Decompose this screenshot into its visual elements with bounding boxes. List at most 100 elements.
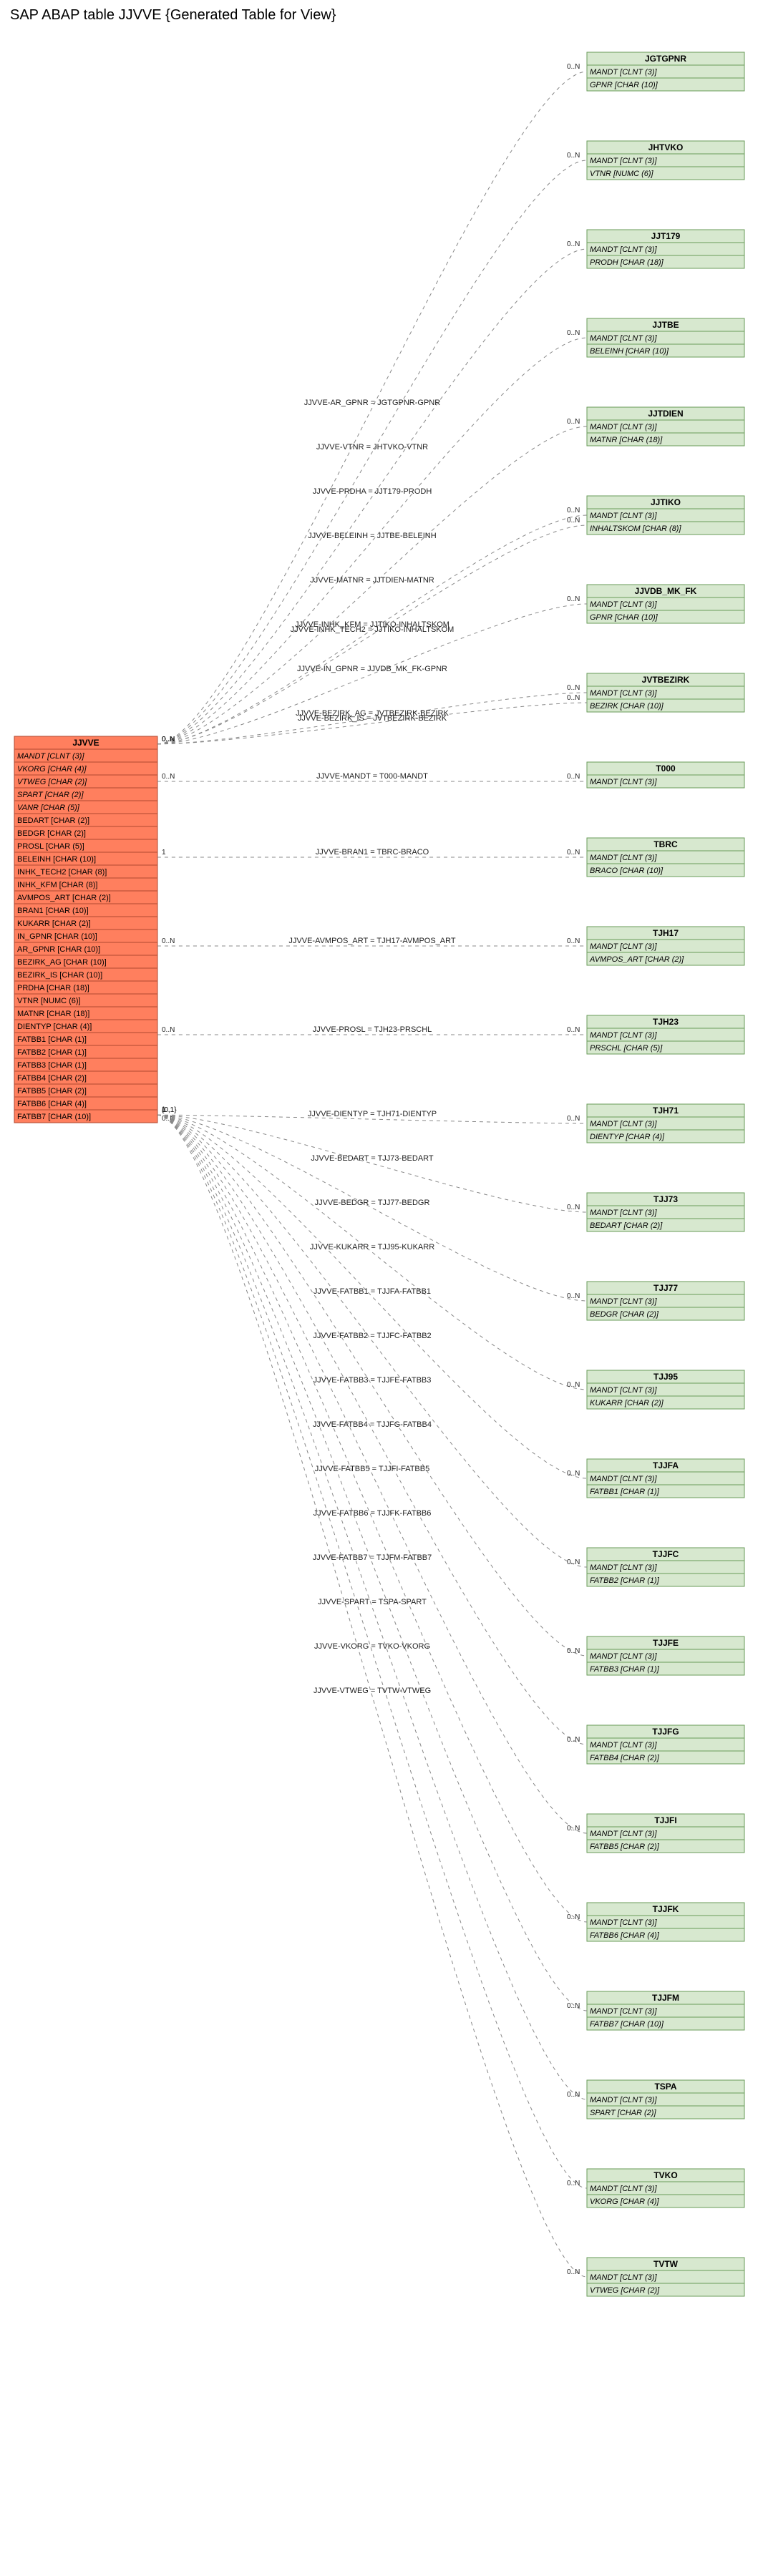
table-field: MANDT [CLNT (3)] xyxy=(590,334,657,343)
cardinality-dst: 0..N xyxy=(567,1115,580,1123)
cardinality-dst: 0..N xyxy=(567,684,580,692)
cardinality-dst: 0..N xyxy=(567,1825,580,1833)
table-TJJFA: TJJFAMANDT [CLNT (3)]FATBB1 [CHAR (1)] xyxy=(587,1459,744,1498)
table-field: VKORG [CHAR (4)] xyxy=(17,765,87,774)
relation-edge xyxy=(157,1115,587,2099)
table-header: JJTBE xyxy=(652,320,679,330)
edge-label: JJVVE-DIENTYP = TJH71-DIENTYP xyxy=(308,1110,437,1118)
table-field: FATBB1 [CHAR (1)] xyxy=(17,1035,87,1044)
cardinality-dst: 0..N xyxy=(567,1470,580,1478)
relation-edge xyxy=(157,1115,587,1301)
edge-label: JJVVE-FATBB4 = TJJFG-FATBB4 xyxy=(313,1420,432,1429)
cardinality-src: 0..N xyxy=(162,773,175,781)
table-field: VTNR [NUMC (6)] xyxy=(17,997,81,1005)
table-field: VKORG [CHAR (4)] xyxy=(590,2197,660,2206)
table-field: FATBB6 [CHAR (4)] xyxy=(590,1931,660,1940)
table-field: MANDT [CLNT (3)] xyxy=(590,1297,657,1306)
table-JHTVKO: JHTVKOMANDT [CLNT (3)]VTNR [NUMC (6)] xyxy=(587,141,744,180)
table-field: INHK_TECH2 [CHAR (8)] xyxy=(17,868,107,877)
table-field: BEDART [CHAR (2)] xyxy=(17,816,89,825)
table-header: TJJFA xyxy=(653,1460,679,1470)
edge-label: JJVVE-BELEINH = JJTBE-BELEINH xyxy=(308,532,436,540)
table-field: BEZIRK [CHAR (10)] xyxy=(590,702,664,711)
relation-edge xyxy=(157,160,587,744)
table-field: MANDT [CLNT (3)] xyxy=(590,1830,657,1838)
relation-edge xyxy=(157,1115,587,1833)
table-field: BEZIRK_AG [CHAR (10)] xyxy=(17,958,107,967)
table-field: MANDT [CLNT (3)] xyxy=(590,1386,657,1395)
table-field: KUKARR [CHAR (2)] xyxy=(17,919,91,928)
table-field: DIENTYP [CHAR (4)] xyxy=(590,1133,665,1141)
table-field: MANDT [CLNT (3)] xyxy=(590,778,657,786)
table-field: BRACO [CHAR (10)] xyxy=(590,867,664,875)
edge-label: JJVVE-VKORG = TVKO-VKORG xyxy=(314,1642,430,1651)
table-JJTBE: JJTBEMANDT [CLNT (3)]BELEINH [CHAR (10)] xyxy=(587,318,744,357)
table-field: MANDT [CLNT (3)] xyxy=(590,68,657,77)
cardinality-src: 0..N xyxy=(162,1026,175,1034)
edge-label: JJVVE-FATBB2 = TJJFC-FATBB2 xyxy=(313,1332,431,1340)
table-field: VTNR [NUMC (6)] xyxy=(590,170,654,178)
table-header: JGTGPNR xyxy=(645,54,686,64)
edge-label: JJVVE-FATBB1 = TJJFA-FATBB1 xyxy=(313,1287,431,1296)
cardinality-src: 1 xyxy=(162,1106,166,1114)
table-field: FATBB5 [CHAR (2)] xyxy=(590,1843,660,1851)
er-diagram: JJVVE MANDT [CLNT (3)] VKORG [CHAR (4)] VTW… xyxy=(0,31,768,2325)
table-header: JJVVE xyxy=(72,738,99,748)
table-field: BEZIRK_IS [CHAR (10)] xyxy=(17,971,102,980)
table-field: MANDT [CLNT (3)] xyxy=(590,1918,657,1927)
table-header: JVTBEZIRK xyxy=(642,675,690,685)
table-header: TJJFE xyxy=(653,1638,679,1648)
table-header: JJTDIEN xyxy=(648,409,683,419)
table-field: BEDGR [CHAR (2)] xyxy=(590,1310,659,1319)
table-header: TVTW xyxy=(653,2259,679,2269)
table-field: MANDT [CLNT (3)] xyxy=(590,1031,657,1040)
edge-label: JJVVE-VTWEG = TVTW-VTWEG xyxy=(313,1687,431,1695)
table-header: TJJ73 xyxy=(653,1194,678,1204)
table-header: TJH23 xyxy=(653,1017,679,1027)
table-header: TJJFM xyxy=(652,1993,679,2003)
edge-label: JJVVE-BEDGR = TJJ77-BEDGR xyxy=(315,1199,430,1207)
cardinality-src: 0..N xyxy=(162,736,175,743)
edge-label: JJVVE-FATBB6 = TJJFK-FATBB6 xyxy=(313,1509,432,1518)
edge-label: JJVVE-IN_GPNR = JJVDB_MK_FK-GPNR xyxy=(297,665,447,673)
table-field: FATBB3 [CHAR (1)] xyxy=(17,1061,87,1070)
table-field: FATBB4 [CHAR (2)] xyxy=(17,1074,87,1083)
relation-edge xyxy=(157,72,587,744)
table-field: KUKARR [CHAR (2)] xyxy=(590,1399,664,1407)
table-TVTW: TVTWMANDT [CLNT (3)]VTWEG [CHAR (2)] xyxy=(587,2258,744,2296)
cardinality-dst: 0..N xyxy=(567,329,580,337)
table-header: T000 xyxy=(656,763,676,774)
edge-label: JJVVE-MANDT = T000-MANDT xyxy=(316,772,428,781)
table-field: MANDT [CLNT (3)] xyxy=(590,854,657,862)
table-JJVVE: JJVVEMANDT [CLNT (3)]VKORG [CHAR (4)]VTW… xyxy=(14,736,157,1123)
edge-label: JJVVE-INHK_TECH2 = JJTIKO-INHALTSKOM xyxy=(291,625,455,634)
table-field: MANDT [CLNT (3)] xyxy=(590,600,657,609)
table-field: SPART [CHAR (2)] xyxy=(590,2109,656,2117)
relation-edge xyxy=(157,426,587,744)
table-field: MANDT [CLNT (3)] xyxy=(590,423,657,431)
table-field: FATBB2 [CHAR (1)] xyxy=(17,1048,87,1057)
cardinality-dst: 0..N xyxy=(567,63,580,71)
table-TJH71: TJH71MANDT [CLNT (3)]DIENTYP [CHAR (4)] xyxy=(587,1104,744,1143)
table-TBRC: TBRCMANDT [CLNT (3)]BRACO [CHAR (10)] xyxy=(587,838,744,877)
table-header: JJT179 xyxy=(651,231,681,241)
table-TJJ95: TJJ95 MANDT [CLNT (3)] KUKARR [CHAR (2)] xyxy=(587,1370,744,1409)
table-TJJFE: TJJFEMANDT [CLNT (3)]FATBB3 [CHAR (1)] xyxy=(587,1636,744,1675)
table-field: FATBB7 [CHAR (10)] xyxy=(17,1113,91,1121)
relation-edge xyxy=(157,1115,587,1567)
table-field: PRDHA [CHAR (18)] xyxy=(17,984,89,992)
table-header: JHTVKO xyxy=(648,142,684,152)
table-field: MANDT [CLNT (3)] xyxy=(590,2273,657,2282)
table-JJT179: JJT179MANDT [CLNT (3)]PRODH [CHAR (18)] xyxy=(587,230,744,268)
table-field: FATBB1 [CHAR (1)] xyxy=(590,1488,660,1496)
table-header: TJJFC xyxy=(653,1549,679,1559)
cardinality-dst: 0..N xyxy=(567,937,580,945)
table-field: INHALTSKOM [CHAR (8)] xyxy=(590,525,681,533)
table-TJJFK: TJJFKMANDT [CLNT (3)]FATBB6 [CHAR (4)] xyxy=(587,1903,744,1941)
table-header: TJJ95 xyxy=(653,1372,678,1382)
table-JJTIKO: JJTIKOMANDT [CLNT (3)]INHALTSKOM [CHAR (… xyxy=(587,496,744,535)
table-field: SPART [CHAR (2)] xyxy=(17,791,84,799)
table-JVTBEZIRK: JVTBEZIRKMANDT [CLNT (3)]BEZIRK [CHAR (1… xyxy=(587,673,744,712)
table-field: MANDT [CLNT (3)] xyxy=(590,2185,657,2193)
table-field: VTWEG [CHAR (2)] xyxy=(17,778,87,786)
